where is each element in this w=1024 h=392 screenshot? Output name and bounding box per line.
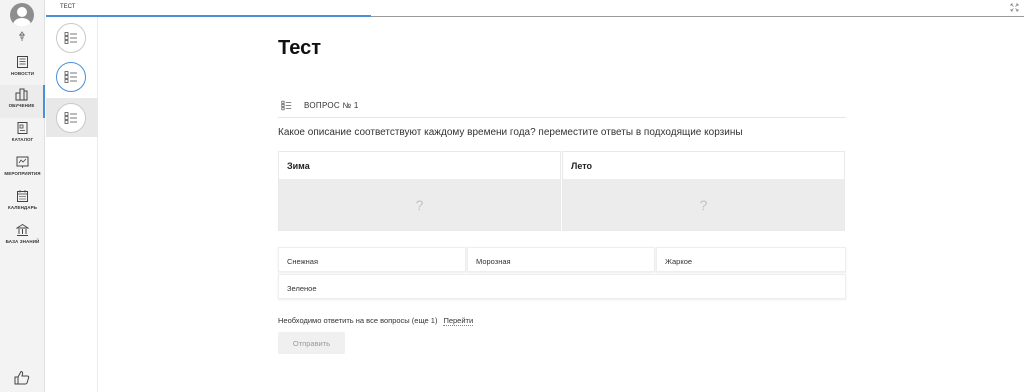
dropzone-summer[interactable]: ?	[563, 179, 844, 230]
question-nav-item[interactable]	[56, 62, 86, 92]
progress-bar-track	[371, 16, 1024, 17]
dropzone-winter[interactable]: ?	[279, 179, 560, 230]
dropzone-placeholder: ?	[699, 196, 708, 213]
question-list	[46, 17, 98, 392]
basket-winter[interactable]: Зима ?	[278, 151, 561, 231]
sidebar-item-catalog[interactable]: КАТАЛОГ	[0, 119, 45, 152]
sidebar-item-news[interactable]: НОВОСТИ	[0, 53, 45, 86]
goto-link[interactable]: Перейти	[443, 316, 474, 326]
sidebar-item-label: КАЛЕНДАРЬ	[7, 205, 38, 210]
question-number: ВОПРОС № 1	[304, 101, 359, 110]
newspaper-icon	[17, 56, 28, 68]
page-title: Тест	[278, 37, 321, 59]
checklist-icon	[281, 100, 292, 111]
basket-title: Лето	[571, 161, 592, 171]
question-nav-item[interactable]	[56, 103, 86, 133]
answer-card[interactable]: Снежная	[278, 247, 466, 272]
answer-card[interactable]: Жаркое	[656, 247, 846, 272]
basket-summer[interactable]: Лето ?	[562, 151, 845, 231]
submit-button[interactable]: Отправить	[278, 332, 345, 354]
sidebar-item-label: БАЗА ЗНАНИЙ	[5, 239, 40, 244]
question-header: ВОПРОС № 1	[278, 96, 846, 118]
pin-icon[interactable]	[16, 30, 28, 42]
sidebar-item-label: МЕРОПРИЯТИЯ	[4, 171, 41, 176]
learning-icon	[15, 88, 28, 101]
sidebar-item-events[interactable]: МЕРОПРИЯТИЯ	[0, 153, 45, 186]
events-icon	[16, 156, 29, 168]
sidebar-item-learning[interactable]: ОБУЧЕНИЕ	[0, 85, 45, 118]
sidebar-item-label: НОВОСТИ	[10, 71, 35, 76]
main-sidebar: НОВОСТИ ОБУЧЕНИЕ КАТАЛОГ МЕРОПРИЯТИЯ КАЛ…	[0, 0, 45, 392]
unanswered-notice: Необходимо ответить на все вопросы (еще …	[278, 316, 474, 326]
dropzone-placeholder: ?	[415, 196, 424, 213]
question-nav-item[interactable]	[56, 23, 86, 53]
test-title: ТЕСТ	[60, 4, 76, 10]
catalog-icon	[17, 122, 28, 134]
basket-title: Зима	[287, 161, 310, 171]
answer-card[interactable]: Морозная	[467, 247, 655, 272]
avatar[interactable]	[10, 3, 34, 27]
sidebar-item-label: ОБУЧЕНИЕ	[8, 103, 35, 108]
basket-area: Зима ? Лето ?	[278, 151, 846, 231]
sidebar-item-label: КАТАЛОГ	[11, 137, 34, 142]
knowledge-base-icon	[16, 223, 29, 236]
collapse-icon[interactable]	[1010, 3, 1019, 12]
answer-card[interactable]: Зеленое	[278, 274, 846, 299]
checklist-icon	[64, 71, 77, 83]
checklist-icon	[64, 32, 77, 44]
sidebar-item-calendar[interactable]: КАЛЕНДАРЬ	[0, 187, 45, 220]
unanswered-text: Необходимо ответить на все вопросы (еще …	[278, 316, 438, 325]
thumbs-up-icon[interactable]	[14, 370, 30, 385]
question-text: Какое описание соответствуют каждому вре…	[278, 127, 743, 138]
calendar-icon	[17, 190, 28, 202]
checklist-icon	[64, 112, 77, 124]
top-bar: ТЕСТ	[46, 0, 1024, 17]
sidebar-item-knowledge-base[interactable]: БАЗА ЗНАНИЙ	[0, 221, 45, 254]
